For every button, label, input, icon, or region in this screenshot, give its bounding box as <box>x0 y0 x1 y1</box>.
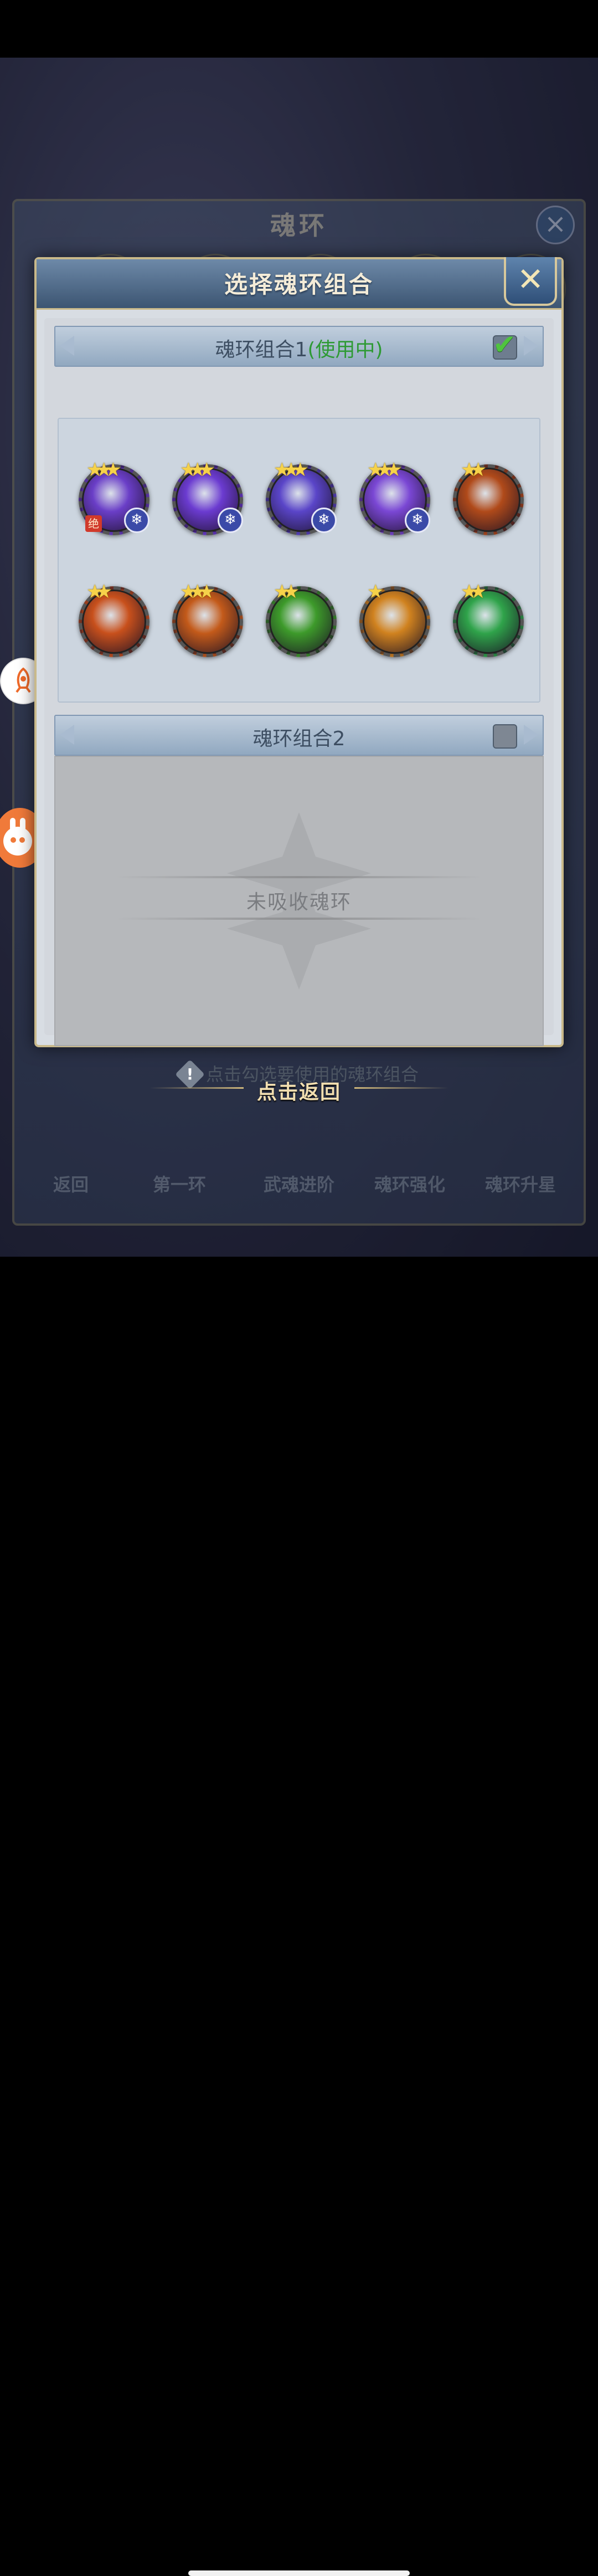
home-indicator[interactable] <box>188 2570 410 2576</box>
bg-nav-ring1: 第一环 <box>153 1174 207 1195</box>
soul-ring-icon[interactable]: ★★ <box>79 581 150 657</box>
close-button[interactable]: ✕ <box>504 257 557 306</box>
combo-2-bar[interactable]: 魂环组合2 <box>54 715 544 756</box>
star-rating: ★★★ <box>86 459 122 481</box>
bg-nav-advance: 武魂进阶 <box>264 1174 335 1195</box>
combo-1-label: 魂环组合1(使用中) <box>215 339 383 361</box>
combo-2-label: 魂环组合2 <box>252 728 346 750</box>
right-arrow-ornament <box>524 725 538 745</box>
combo-1-bar[interactable]: 魂环组合1(使用中) ✔ <box>54 326 544 367</box>
dialog-header: 选择魂环组合 <box>37 259 561 310</box>
soul-ring-icon[interactable]: ★★ <box>453 459 524 535</box>
soul-ring-icon[interactable]: ★★ <box>453 581 524 657</box>
combo-1-checkbox[interactable]: ✔ <box>493 329 517 361</box>
soul-ring-icon[interactable]: ★★★ ❄ 绝 <box>79 459 150 535</box>
star-rating: ★★★ <box>180 581 215 603</box>
combo-2-checkbox[interactable] <box>493 724 517 749</box>
dialog-body: 魂环组合1(使用中) ✔ ★★★ ❄ 绝 ★★★ ❄ ★★★ ❄ ★★★ ❄ ★★ ★★ ★★★ ★★ ★… <box>44 318 554 1089</box>
star-rating: ★ <box>367 581 384 603</box>
navigation-bar <box>0 1257 598 2576</box>
bg-nav-enhance: 魂环强化 <box>374 1174 446 1195</box>
star-rating: ★★ <box>274 581 300 603</box>
right-arrow-ornament <box>524 336 538 356</box>
tap-to-return[interactable]: 点击返回 <box>0 1076 598 1105</box>
star-rating: ★★ <box>461 459 487 481</box>
checkmark-icon: ✔ <box>493 329 516 361</box>
soul-ring-icon[interactable]: ★★★ ❄ <box>172 459 243 535</box>
star-rating: ★★★ <box>367 459 403 481</box>
bg-nav-back: 返回 <box>53 1174 89 1195</box>
star-rating: ★★★ <box>274 459 309 481</box>
star-rating: ★★★ <box>180 459 215 481</box>
dialog-title: 选择魂环组合 <box>224 271 374 298</box>
soul-ring-icon[interactable]: ★★ <box>266 581 337 657</box>
star-rating: ★★ <box>86 581 112 603</box>
background-title: 魂环 <box>270 211 328 240</box>
combo-2-empty-area: 未吸收魂环 <box>54 756 544 1046</box>
ice-attribute-icon: ❄ <box>405 508 430 533</box>
bg-nav-upstar: 魂环升星 <box>485 1174 556 1195</box>
combo-1-rings: ★★★ ❄ 绝 ★★★ ❄ ★★★ ❄ ★★★ ❄ ★★ ★★ ★★★ ★★ ★ ★★ <box>58 418 540 703</box>
soul-ring-icon[interactable]: ★★★ ❄ <box>359 459 430 535</box>
background-nav: 返回 第一环 武魂进阶 魂环强化 魂环升星 <box>31 1118 567 1201</box>
soul-ring-icon[interactable]: ★★★ ❄ <box>266 459 337 535</box>
star-rating: ★★ <box>461 581 487 603</box>
no-soul-ring-text: 未吸收魂环 <box>246 891 352 914</box>
status-bar <box>0 0 598 58</box>
background-close-icon: × <box>536 206 575 244</box>
ice-attribute-icon: ❄ <box>124 508 150 533</box>
soul-ring-icon[interactable]: ★ <box>359 581 430 657</box>
ice-attribute-icon: ❄ <box>218 508 243 533</box>
close-icon: ✕ <box>517 260 544 298</box>
ice-attribute-icon: ❄ <box>311 508 337 533</box>
unique-tag: 绝 <box>85 515 102 532</box>
soul-ring-icon[interactable]: ★★★ <box>172 581 243 657</box>
in-use-status: (使用中) <box>307 339 383 361</box>
select-soul-ring-combo-dialog: 选择魂环组合 ✕ 魂环组合1(使用中) ✔ ★★★ ❄ 绝 ★★★ ❄ ★★★ ❄ ★★★ ❄ ★… <box>34 257 564 1089</box>
